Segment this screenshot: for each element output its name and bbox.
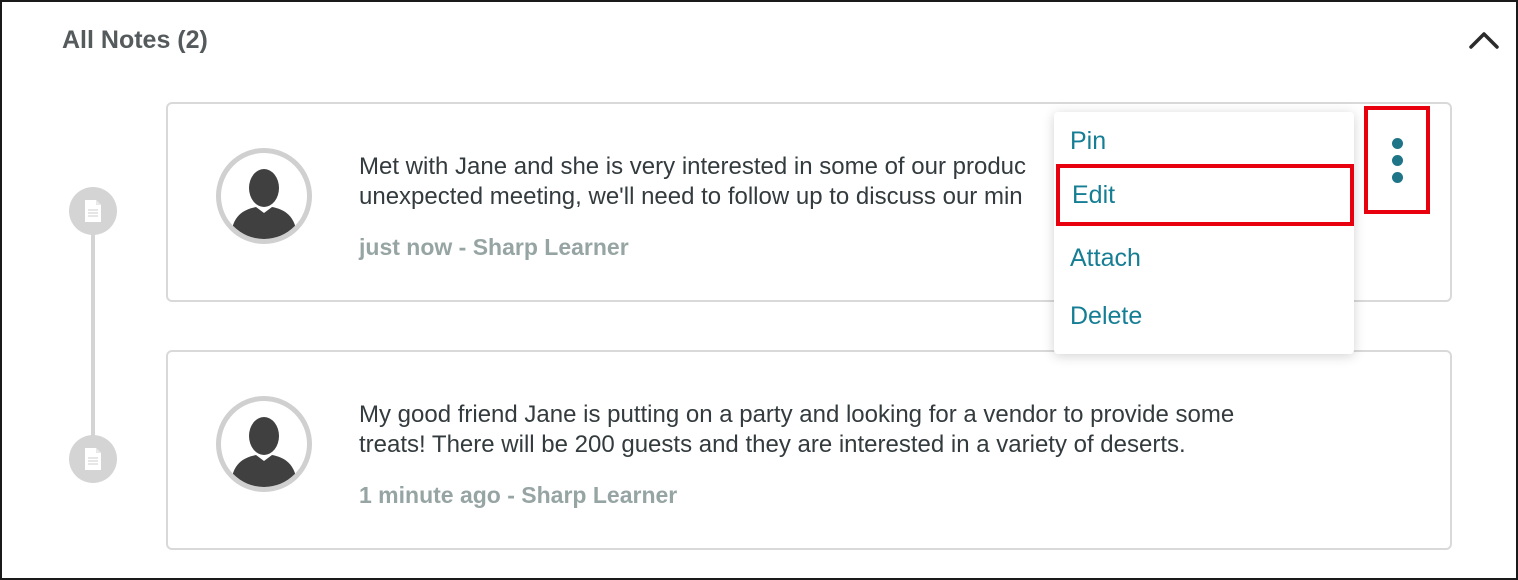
section-title: All Notes (2) xyxy=(62,26,208,54)
note-actions-menu: Pin Edit Attach Delete xyxy=(1054,112,1354,354)
timeline-node xyxy=(69,187,117,235)
collapse-button[interactable] xyxy=(1466,24,1502,56)
kebab-dot-icon xyxy=(1391,154,1403,166)
menu-item-attach[interactable]: Attach xyxy=(1054,229,1354,287)
note-text: Met with Jane and she is very interested… xyxy=(359,152,1059,212)
kebab-dot-icon xyxy=(1391,171,1403,183)
note-card: My good friend Jane is putting on a part… xyxy=(166,350,1452,550)
note-meta: 1 minute ago - Sharp Learner xyxy=(359,482,678,508)
user-silhouette-icon xyxy=(231,417,297,487)
timeline-line xyxy=(91,224,95,450)
more-options-button[interactable] xyxy=(1364,106,1430,214)
note-text-line: treats! There will be 200 guests and the… xyxy=(359,431,1186,458)
avatar xyxy=(216,396,312,492)
document-icon xyxy=(85,448,101,470)
menu-item-delete[interactable]: Delete xyxy=(1054,287,1354,345)
note-meta: just now - Sharp Learner xyxy=(359,234,629,260)
menu-item-pin[interactable]: Pin xyxy=(1054,112,1354,170)
note-text: My good friend Jane is putting on a part… xyxy=(359,400,1299,460)
note-text-line: Met with Jane and she is very interested… xyxy=(359,153,1027,180)
user-silhouette-icon xyxy=(231,169,297,239)
menu-item-edit[interactable]: Edit xyxy=(1056,164,1354,226)
document-icon xyxy=(85,200,101,222)
timeline-node xyxy=(69,435,117,483)
chevron-up-icon xyxy=(1469,32,1499,49)
note-text-line: My good friend Jane is putting on a part… xyxy=(359,401,1235,428)
avatar xyxy=(216,148,312,244)
kebab-dot-icon xyxy=(1391,137,1403,149)
notes-panel: All Notes (2) Met with Jane and she is v… xyxy=(0,0,1518,580)
note-text-line: unexpected meeting, we'll need to follow… xyxy=(359,183,1023,210)
